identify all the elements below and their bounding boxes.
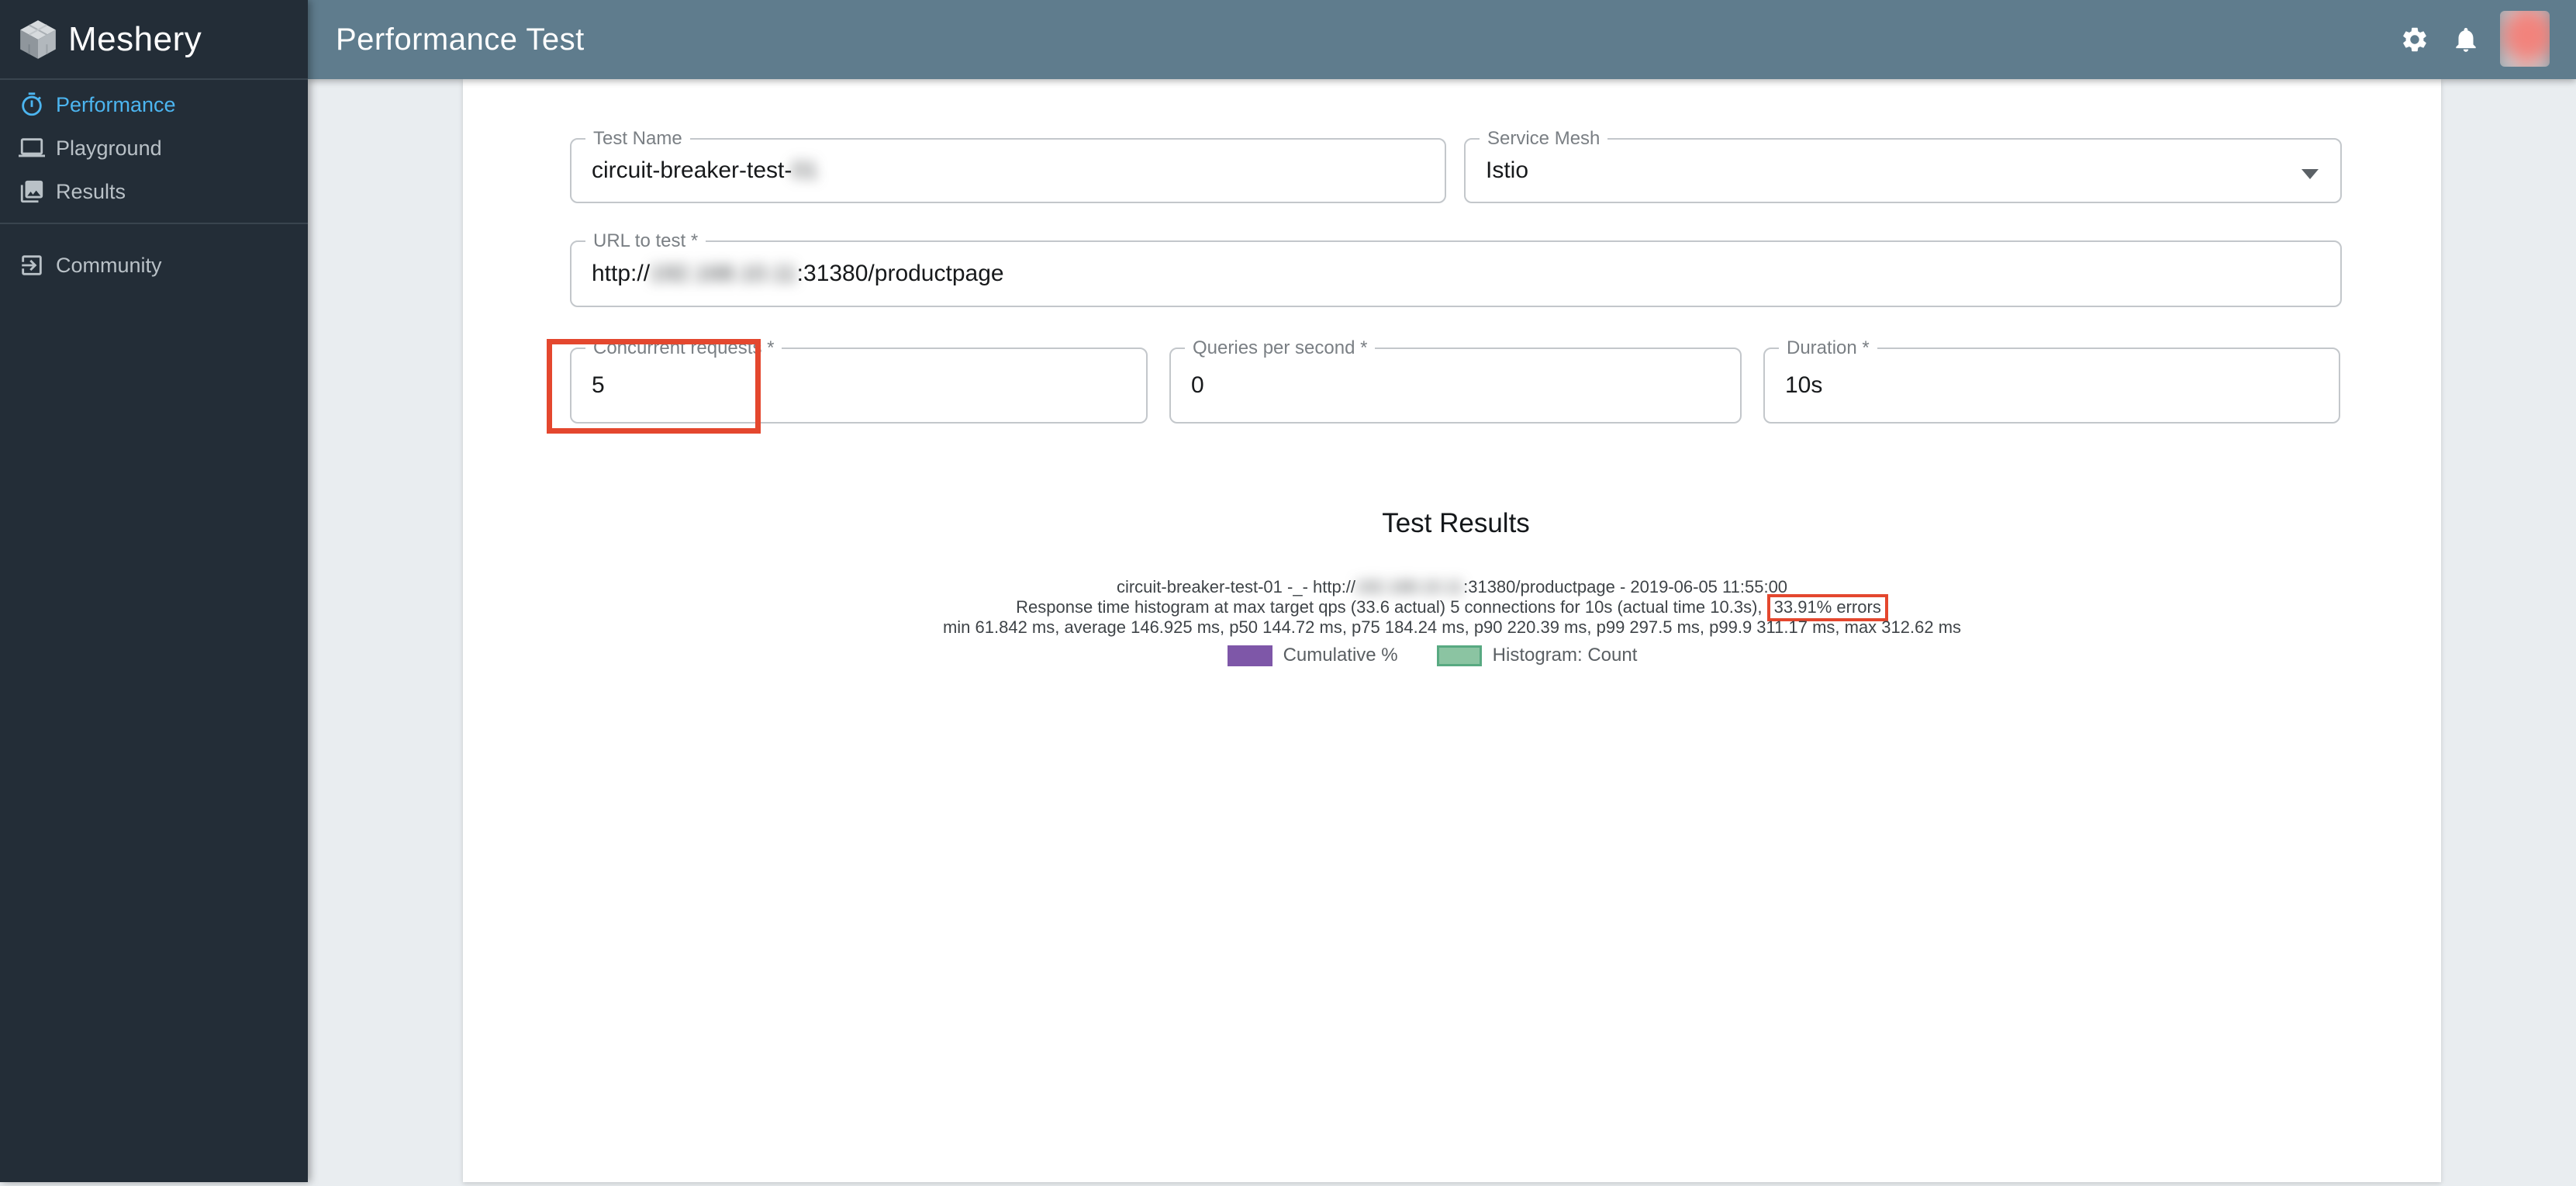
summary-line-2: Response time histogram at max target qp… [463, 597, 2441, 617]
sidebar-divider [0, 223, 308, 224]
sidebar-item-performance[interactable]: Performance [0, 83, 308, 126]
url-prefix: http:// [592, 261, 650, 286]
sidebar-item-label: Playground [56, 137, 162, 161]
avatar-image [2500, 11, 2550, 67]
legend-swatch-histogram[interactable] [1437, 645, 1482, 666]
exit-to-app-icon [19, 252, 45, 278]
notifications-button[interactable] [2449, 0, 2483, 79]
chart-legend: Cumulative % Histogram: Count [616, 645, 2276, 666]
gear-icon [2400, 25, 2429, 54]
test-name-value: circuit-breaker-test- [592, 157, 792, 183]
concurrent-requests-field[interactable]: Concurrent requests * 5 [570, 348, 1148, 424]
concurrent-requests-label: Concurrent requests * [585, 337, 782, 359]
sidebar-item-label: Performance [56, 93, 176, 117]
settings-button[interactable] [2398, 0, 2432, 79]
sidebar-item-label: Results [56, 180, 126, 204]
redacted-text: 192.168.10.11 [1355, 577, 1463, 596]
url-suffix: :31380/productpage [797, 261, 1004, 286]
stopwatch-icon [19, 92, 45, 118]
legend-label-histogram[interactable]: Histogram: Count [1493, 645, 1638, 666]
service-mesh-value: Istio [1486, 157, 1528, 184]
app-header: Performance Test [308, 0, 2576, 79]
duration-field[interactable]: Duration * 10s [1763, 348, 2340, 424]
redacted-text: 192.168.10.11 [650, 261, 797, 286]
queries-per-second-label: Queries per second * [1185, 337, 1375, 359]
meshery-logo-icon [17, 19, 59, 61]
queries-per-second-field[interactable]: Queries per second * 0 [1169, 348, 1742, 424]
sidebar-item-results[interactable]: Results [0, 170, 308, 213]
sidebar-item-community[interactable]: Community [0, 244, 308, 287]
sidebar: Meshery Performance Playground Results [0, 0, 308, 1182]
test-results-summary: circuit-breaker-test-01 -_- http://192.1… [463, 577, 2441, 638]
user-avatar[interactable] [2500, 11, 2550, 67]
brand-name: Meshery [68, 20, 202, 59]
url-label: URL to test * [585, 230, 706, 252]
test-name-label: Test Name [585, 128, 690, 150]
legend-label-cumulative[interactable]: Cumulative % [1283, 645, 1398, 666]
test-name-field[interactable]: Test Name circuit-breaker-test-01 [570, 138, 1446, 203]
queries-per-second-value: 0 [1191, 372, 1204, 399]
legend-swatch-cumulative[interactable] [1228, 645, 1272, 666]
test-results-title: Test Results [570, 508, 2342, 539]
meshery-app: Meshery Performance Playground Results [0, 0, 2576, 1182]
concurrent-requests-value: 5 [592, 372, 605, 399]
laptop-icon [19, 135, 45, 161]
redacted-text: 01 [792, 157, 817, 183]
service-mesh-select[interactable]: Service Mesh Istio [1464, 138, 2342, 203]
bell-icon [2451, 25, 2481, 54]
sidebar-divider [0, 78, 308, 80]
duration-value: 10s [1785, 372, 1822, 399]
gallery-icon [19, 178, 45, 205]
chevron-down-icon [2301, 169, 2319, 179]
service-mesh-label: Service Mesh [1480, 128, 1607, 150]
summary-line-3: min 61.842 ms, average 146.925 ms, p50 1… [463, 617, 2441, 638]
url-field[interactable]: URL to test * http://192.168.10.11:31380… [570, 240, 2342, 307]
sidebar-item-label: Community [56, 254, 162, 278]
summary-line-1: circuit-breaker-test-01 -_- http://192.1… [463, 577, 2441, 597]
brand-home-link[interactable]: Meshery [0, 0, 308, 78]
duration-label: Duration * [1779, 337, 1877, 359]
sidebar-item-playground[interactable]: Playground [0, 126, 308, 170]
page-title: Performance Test [336, 22, 585, 57]
